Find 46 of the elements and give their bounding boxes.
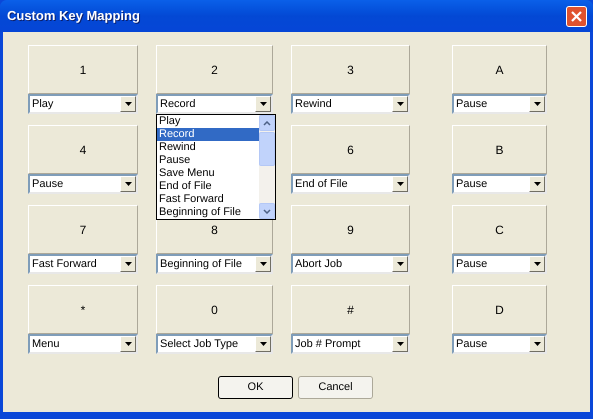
action-dropdown[interactable]: Play — [28, 94, 138, 114]
action-dropdown[interactable]: Pause — [452, 94, 547, 114]
key-button[interactable]: # — [291, 285, 410, 334]
list-option[interactable]: Save Menu — [157, 167, 259, 180]
action-dropdown[interactable]: Beginning of File — [156, 254, 273, 274]
key-button[interactable]: A — [452, 45, 547, 94]
action-dropdown[interactable]: Job # Prompt — [291, 334, 410, 354]
action-dropdown[interactable]: Pause — [452, 174, 547, 194]
action-dropdown[interactable]: Fast Forward — [28, 254, 138, 274]
scroll-thumb[interactable] — [259, 132, 275, 166]
key-button[interactable]: 3 — [291, 45, 410, 94]
key-button[interactable]: 7 — [28, 205, 138, 254]
action-dropdown[interactable]: Pause — [28, 174, 138, 194]
close-icon — [571, 10, 582, 22]
key-button[interactable]: 2 — [156, 45, 273, 94]
key-button[interactable]: C — [452, 205, 547, 254]
list-option[interactable]: Pause — [157, 154, 259, 167]
ok-button[interactable]: OK — [218, 376, 293, 399]
key-button[interactable]: 1 — [28, 45, 138, 94]
list-option[interactable]: End of File — [157, 180, 259, 193]
action-dropdown[interactable]: Abort Job — [291, 254, 410, 274]
action-dropdown[interactable]: Select Job Type — [156, 334, 273, 354]
action-dropdown[interactable]: Record — [156, 94, 273, 114]
list-option[interactable]: Fast Forward — [157, 193, 259, 206]
action-dropdown[interactable]: Pause — [452, 334, 547, 354]
action-dropdown[interactable]: Rewind — [291, 94, 410, 114]
close-button[interactable] — [566, 6, 587, 26]
key-button[interactable]: * — [28, 285, 138, 334]
list-option[interactable]: Rewind — [157, 141, 259, 154]
scroll-down-icon[interactable] — [259, 203, 275, 219]
action-dropdown[interactable]: End of File — [291, 174, 410, 194]
key-button[interactable]: 4 — [28, 125, 138, 174]
key-button[interactable]: B — [452, 125, 547, 174]
list-option[interactable]: Record — [157, 128, 259, 141]
key-button[interactable]: 6 — [291, 125, 410, 174]
scroll-up-icon[interactable] — [259, 115, 275, 131]
window-title: Custom Key Mapping — [7, 7, 140, 26]
list-option[interactable]: Play — [157, 115, 259, 128]
key-button[interactable]: 9 — [291, 205, 410, 254]
action-dropdown[interactable]: Menu — [28, 334, 138, 354]
list-option[interactable]: Beginning of File — [157, 206, 259, 219]
scrollbar[interactable] — [259, 115, 275, 219]
key-button[interactable]: D — [452, 285, 547, 334]
cancel-button[interactable]: Cancel — [298, 376, 373, 399]
key-button[interactable]: 0 — [156, 285, 273, 334]
action-dropdown[interactable]: Pause — [452, 254, 547, 274]
